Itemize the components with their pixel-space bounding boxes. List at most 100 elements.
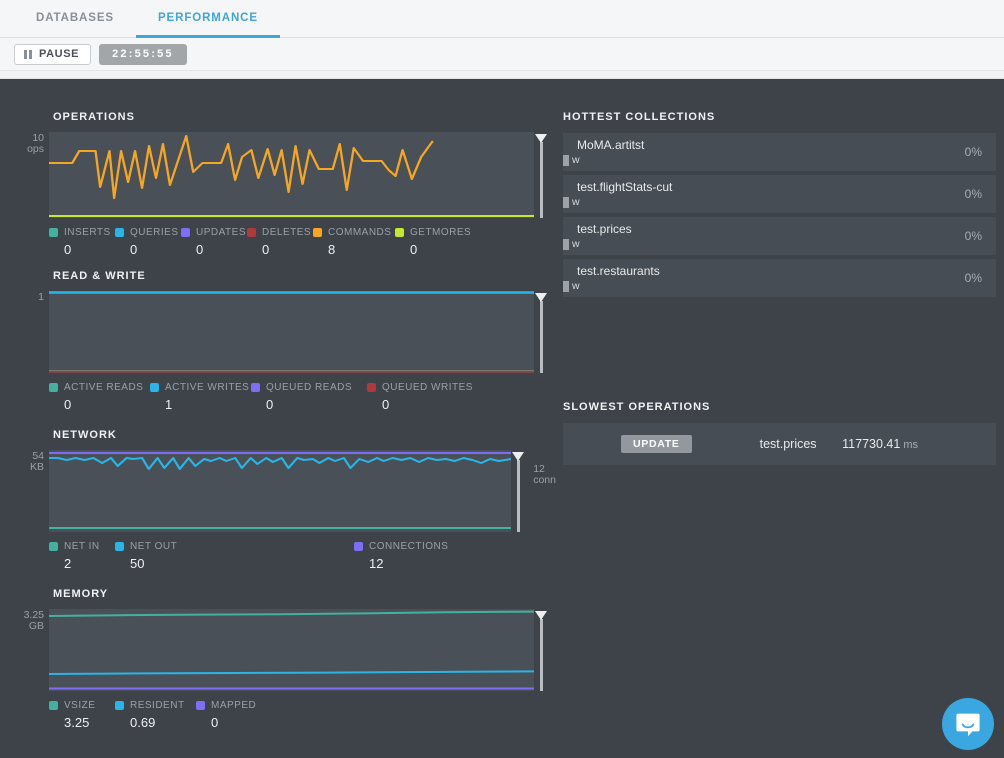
legend-item-net-out: NET OUT 50 xyxy=(115,541,354,571)
operation-duration-value: 117730.41 xyxy=(842,437,900,451)
slider-track[interactable] xyxy=(540,301,543,373)
legend-label: QUEUED READS xyxy=(266,382,352,393)
hottest-collection-row[interactable]: test.prices w 0% xyxy=(563,217,996,255)
collection-name: test.flightStats-cut xyxy=(577,180,672,194)
slider-track[interactable] xyxy=(517,460,520,532)
queries-color-swatch xyxy=(115,228,124,237)
usage-bar-fill xyxy=(563,281,569,292)
chart-operations-y-axis: 10 ops xyxy=(0,132,49,155)
mapped-color-swatch xyxy=(196,701,205,710)
net-out-color-swatch xyxy=(115,542,124,551)
active-reads-color-swatch xyxy=(49,383,58,392)
right-column: HOTTEST COLLECTIONS MoMA.artitst w 0% te… xyxy=(556,81,1004,758)
chart-operations-title: OPERATIONS xyxy=(53,111,556,123)
legend-value: 0 xyxy=(410,242,477,257)
slowest-operation-row[interactable]: UPDATE test.prices 117730.41ms xyxy=(563,423,996,465)
legend-value: 2 xyxy=(64,556,115,571)
legend-item-queued-writes: QUEUED WRITES 0 xyxy=(367,382,483,412)
legend-label: RESIDENT xyxy=(130,700,185,711)
pause-button[interactable]: PAUSE xyxy=(14,44,91,65)
toolbar: PAUSE 22:55:55 xyxy=(0,38,1004,71)
queued-writes-color-swatch xyxy=(367,383,376,392)
chart-network-legend: NET IN 2 NET OUT 50 CONNECTIONS 12 xyxy=(49,541,556,571)
legend-item-vsize: VSIZE 3.25 xyxy=(49,700,115,730)
legend-item-resident: RESIDENT 0.69 xyxy=(115,700,196,730)
commands-color-swatch xyxy=(313,228,322,237)
slowest-operations-panel: SLOWEST OPERATIONS UPDATE test.prices 11… xyxy=(563,401,996,465)
legend-label: DELETES xyxy=(262,227,311,238)
operation-type-badge: UPDATE xyxy=(621,435,692,453)
tab-performance-label: PERFORMANCE xyxy=(158,12,258,24)
legend-label: QUERIES xyxy=(130,227,179,238)
usage-bar-fill xyxy=(563,155,569,166)
chart-network-y-axis: 54 KB xyxy=(0,450,49,473)
collection-name: test.prices xyxy=(577,222,632,236)
hottest-collection-row[interactable]: test.flightStats-cut w 0% xyxy=(563,175,996,213)
legend-value: 0.69 xyxy=(130,715,196,730)
legend-value: 1 xyxy=(165,397,251,412)
chart-operations-legend: INSERTS 0 QUERIES 0 UPDATES 0 DELETES 0 … xyxy=(49,227,556,257)
chart-memory-y-axis: 3.25 GB xyxy=(0,609,49,632)
collection-percent: 0% xyxy=(965,229,982,243)
slider-handle[interactable] xyxy=(535,611,547,620)
pause-button-label: PAUSE xyxy=(39,48,79,60)
collection-usage-bar: w xyxy=(563,196,580,208)
usage-bar-label: w xyxy=(572,238,580,250)
y-axis-unit: ops xyxy=(0,144,44,155)
chart-network-slider[interactable] xyxy=(511,450,533,532)
right-axis-unit: conn xyxy=(533,475,556,486)
chart-operations-slider[interactable] xyxy=(534,132,556,218)
legend-value: 3.25 xyxy=(64,715,115,730)
active-writes-color-swatch xyxy=(150,383,159,392)
hottest-collections-panel: HOTTEST COLLECTIONS MoMA.artitst w 0% te… xyxy=(563,111,996,301)
legend-label: NET OUT xyxy=(130,541,177,552)
chart-operations-plot xyxy=(49,132,534,218)
legend-label: NET IN xyxy=(64,541,100,552)
deletes-color-swatch xyxy=(247,228,256,237)
queued-reads-color-swatch xyxy=(251,383,260,392)
legend-item-connections: CONNECTIONS 12 xyxy=(354,541,470,571)
hottest-collection-row[interactable]: MoMA.artitst w 0% xyxy=(563,133,996,171)
chart-read-write-slider[interactable] xyxy=(534,291,556,373)
legend-label: INSERTS xyxy=(64,227,111,238)
chart-read-write-legend: ACTIVE READS 0 ACTIVE WRITES 1 QUEUED RE… xyxy=(49,382,556,412)
collection-usage-bar: w xyxy=(563,154,580,166)
collection-usage-bar: w xyxy=(563,280,580,292)
usage-bar-fill xyxy=(563,239,569,250)
collection-usage-bar: w xyxy=(563,238,580,250)
usage-bar-fill xyxy=(563,197,569,208)
legend-value: 12 xyxy=(369,556,470,571)
slider-track[interactable] xyxy=(540,142,543,218)
legend-item-getmores: GETMORES 0 xyxy=(395,227,477,257)
operation-duration-unit: ms xyxy=(903,439,918,451)
legend-item-commands: COMMANDS 8 xyxy=(313,227,395,257)
chart-memory: MEMORY 3.25 GB xyxy=(0,588,556,730)
slider-track[interactable] xyxy=(540,619,543,691)
usage-bar-label: w xyxy=(572,154,580,166)
elapsed-time-badge: 22:55:55 xyxy=(99,44,187,65)
slider-handle[interactable] xyxy=(535,293,547,302)
chart-network-right-axis: 12 conn xyxy=(533,450,556,486)
charts-column: OPERATIONS 10 ops xyxy=(0,81,556,758)
chat-launcher-button[interactable] xyxy=(942,698,994,750)
collection-percent: 0% xyxy=(965,145,982,159)
y-axis-value: 1 xyxy=(0,292,44,303)
elapsed-time-value: 22:55:55 xyxy=(112,48,174,60)
tab-databases[interactable]: DATABASES xyxy=(14,1,136,38)
slider-handle[interactable] xyxy=(535,134,547,143)
chart-network-title: NETWORK xyxy=(53,429,556,441)
usage-bar-label: w xyxy=(572,196,580,208)
legend-value: 8 xyxy=(328,242,395,257)
vsize-color-swatch xyxy=(49,701,58,710)
chart-operations: OPERATIONS 10 ops xyxy=(0,111,556,257)
chart-memory-slider[interactable] xyxy=(534,609,556,691)
hottest-collection-row[interactable]: test.restaurants w 0% xyxy=(563,259,996,297)
tab-performance[interactable]: PERFORMANCE xyxy=(136,1,280,38)
legend-value: 0 xyxy=(130,242,181,257)
pause-icon xyxy=(24,50,32,59)
legend-label: QUEUED WRITES xyxy=(382,382,473,393)
legend-item-inserts: INSERTS 0 xyxy=(49,227,115,257)
slider-handle[interactable] xyxy=(512,452,524,461)
inserts-color-swatch xyxy=(49,228,58,237)
connections-color-swatch xyxy=(354,542,363,551)
